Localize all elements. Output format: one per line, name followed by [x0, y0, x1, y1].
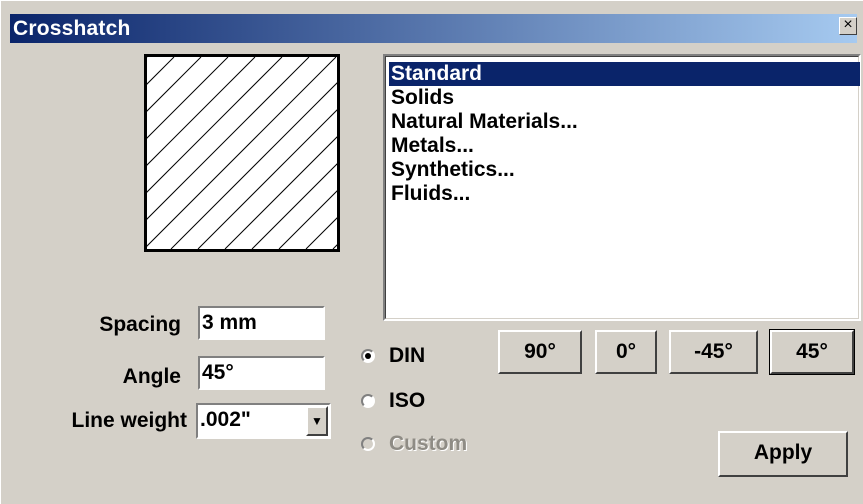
close-button[interactable]: ×	[839, 17, 857, 35]
pattern-category-list[interactable]: Standard Solids Natural Materials... Met…	[383, 54, 861, 321]
hatch-line	[147, 57, 202, 112]
radio-din-label[interactable]: DIN	[389, 344, 425, 368]
list-item-standard[interactable]: Standard	[389, 62, 860, 86]
list-item-synthetics[interactable]: Synthetics...	[389, 158, 860, 182]
radio-din[interactable]	[361, 349, 375, 363]
line-weight-value: .002"	[200, 408, 251, 431]
hatch-line	[147, 57, 283, 193]
spacing-input[interactable]: 3 mm	[198, 306, 325, 340]
hatch-line	[147, 57, 256, 166]
hatch-pattern-preview	[147, 57, 337, 249]
list-item-metals[interactable]: Metals...	[389, 134, 860, 158]
list-item-fluids[interactable]: Fluids...	[389, 182, 860, 206]
hatch-line	[147, 57, 310, 220]
title-bar[interactable]: Crosshatch ×	[10, 14, 857, 43]
line-weight-label: Line weight	[71, 409, 188, 432]
close-icon: ×	[843, 16, 853, 33]
angle-minus-45-button[interactable]: -45°	[669, 330, 758, 374]
hatch-preview	[144, 54, 340, 252]
angle-45-button[interactable]: 45°	[769, 329, 855, 375]
window-title: Crosshatch	[13, 17, 131, 40]
chevron-down-icon: ▼	[311, 414, 323, 428]
crosshatch-dialog: Crosshatch × Standard Solids Natural Mat…	[0, 0, 863, 504]
angle-label: Angle	[122, 365, 181, 388]
dropdown-arrow-button[interactable]: ▼	[306, 406, 328, 436]
hatch-line	[147, 57, 175, 85]
apply-button[interactable]: Apply	[718, 431, 848, 477]
angle-input[interactable]: 45°	[198, 356, 325, 390]
list-item-natural-materials[interactable]: Natural Materials...	[389, 110, 860, 134]
list-item-solids[interactable]: Solids	[389, 86, 860, 110]
line-weight-select[interactable]: .002" ▼	[196, 403, 331, 439]
angle-90-button[interactable]: 90°	[498, 330, 582, 374]
angle-0-button[interactable]: 0°	[595, 330, 657, 374]
radio-iso[interactable]	[361, 394, 375, 408]
radio-custom	[361, 437, 375, 451]
pattern-category-list-inner: Standard Solids Natural Materials... Met…	[385, 56, 860, 319]
radio-iso-label[interactable]: ISO	[389, 389, 425, 413]
radio-custom-label: Custom	[389, 432, 468, 455]
spacing-label: Spacing	[99, 313, 181, 336]
hatch-line	[278, 190, 337, 249]
